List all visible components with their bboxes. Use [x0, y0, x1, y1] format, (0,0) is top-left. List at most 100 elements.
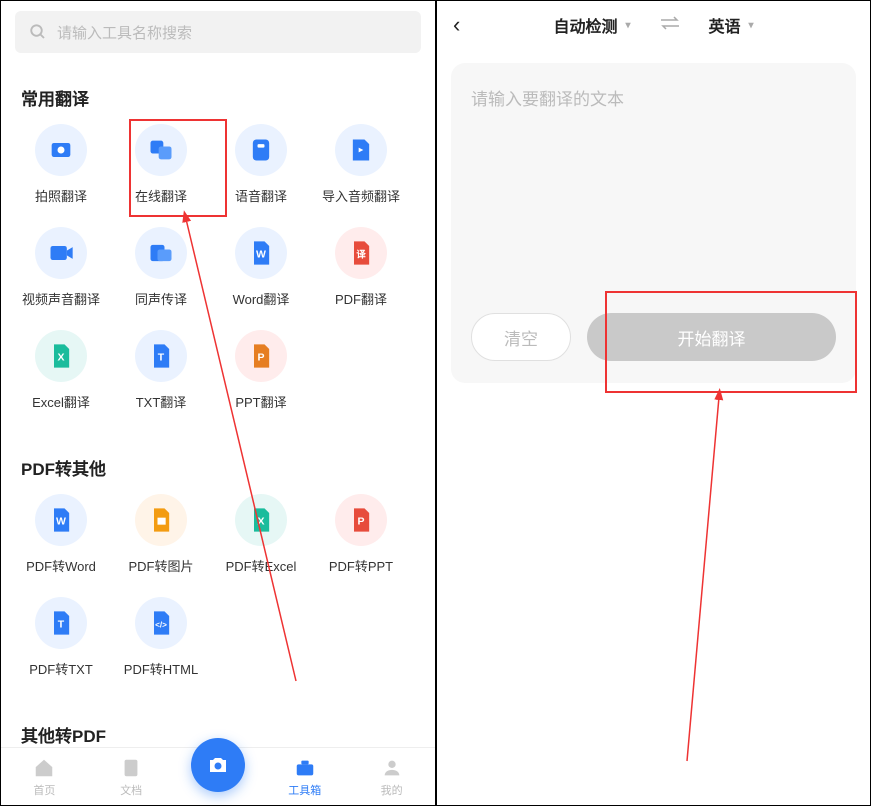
chevron-down-icon: ▾: [625, 20, 630, 31]
tool-label: PDF翻译: [335, 289, 387, 308]
tool-pdf2txt[interactable]: T PDF转TXT: [11, 597, 111, 678]
tool-simultaneous[interactable]: 同声传译: [111, 227, 211, 308]
tool-label: PDF转PPT: [329, 556, 393, 575]
pdf2html-icon: </>: [135, 597, 187, 649]
tool-pdf2word[interactable]: W PDF转Word: [11, 494, 111, 575]
tool-pdf2image[interactable]: PDF转图片: [111, 494, 211, 575]
tool-online-translate[interactable]: 在线翻译: [111, 124, 211, 205]
section-title-2: PDF转其他: [1, 433, 435, 494]
button-row: 清空 开始翻译: [471, 313, 836, 361]
tool-label: PPT翻译: [235, 392, 286, 411]
svg-text:W: W: [256, 249, 266, 261]
nav-label: 我的: [381, 782, 403, 798]
tool-label: PDF转HTML: [124, 659, 198, 678]
search-icon: [29, 23, 47, 41]
toolbox-screen: 请输入工具名称搜索 常用翻译 拍照翻译 在线翻译 语音翻译 导入音频翻译 视频声…: [0, 0, 436, 806]
tool-pdf2html[interactable]: </> PDF转HTML: [111, 597, 211, 678]
tool-word-translate[interactable]: W Word翻译: [211, 227, 311, 308]
translate-input-card: 请输入要翻译的文本 清空 开始翻译: [451, 63, 856, 383]
svg-text:W: W: [56, 516, 66, 528]
target-lang: 英语: [709, 13, 741, 37]
source-lang: 自动检测: [553, 13, 617, 37]
tool-pdf2ppt[interactable]: P PDF转PPT: [311, 494, 411, 575]
svg-text:T: T: [158, 352, 165, 364]
nav-label: 首页: [33, 782, 55, 798]
tools-grid-1: 拍照翻译 在线翻译 语音翻译 导入音频翻译 视频声音翻译 同声传译 W Word…: [1, 124, 435, 433]
tool-label: 视频声音翻译: [22, 289, 100, 308]
photo-translate-icon: [35, 124, 87, 176]
svg-text:T: T: [58, 619, 65, 631]
online-translate-icon: [135, 124, 187, 176]
tool-pdf-translate[interactable]: 译 PDF翻译: [311, 227, 411, 308]
voice-translate-icon: [235, 124, 287, 176]
translate-input[interactable]: 请输入要翻译的文本: [471, 85, 836, 293]
pdf2excel-icon: X: [235, 494, 287, 546]
chevron-down-icon: ▾: [749, 20, 754, 31]
pdf2word-icon: W: [35, 494, 87, 546]
tool-voice-translate[interactable]: 语音翻译: [211, 124, 311, 205]
tool-label: 拍照翻译: [35, 186, 87, 205]
import-audio-icon: [335, 124, 387, 176]
search-placeholder: 请输入工具名称搜索: [57, 22, 192, 43]
user-icon: [380, 756, 404, 780]
search-input[interactable]: 请输入工具名称搜索: [15, 11, 421, 53]
nav-doc[interactable]: 文档: [88, 748, 175, 805]
excel-icon: X: [35, 330, 87, 382]
tool-label: PDF转图片: [128, 556, 193, 575]
translate-screen: ‹ 自动检测 ▾ 英语 ▾ 请输入要翻译的文本 清空 开始翻译: [436, 0, 871, 806]
swap-icon: [659, 16, 681, 30]
txt-icon: T: [135, 330, 187, 382]
camera-fab-icon: [191, 738, 245, 792]
tool-label: PDF转TXT: [29, 659, 93, 678]
pdf2image-icon: [135, 494, 187, 546]
bottom-nav: 首页 文档 工具箱 我的: [1, 747, 435, 805]
svg-text:P: P: [257, 352, 264, 364]
nav-camera[interactable]: [175, 748, 262, 805]
nav-home[interactable]: 首页: [1, 748, 88, 805]
tool-label: 在线翻译: [135, 186, 187, 205]
tool-label: 同声传译: [135, 289, 187, 308]
swap-button[interactable]: [659, 16, 681, 35]
pdf2txt-icon: T: [35, 597, 87, 649]
tool-import-audio[interactable]: 导入音频翻译: [311, 124, 411, 205]
tool-label: Excel翻译: [32, 392, 90, 411]
translate-button[interactable]: 开始翻译: [587, 313, 836, 361]
tool-label: PDF转Excel: [226, 556, 297, 575]
tool-excel-translate[interactable]: X Excel翻译: [11, 330, 111, 411]
tool-txt-translate[interactable]: T TXT翻译: [111, 330, 211, 411]
tool-video-translate[interactable]: 视频声音翻译: [11, 227, 111, 308]
doc-icon: [119, 756, 143, 780]
svg-text:译: 译: [356, 249, 366, 260]
home-icon: [32, 756, 56, 780]
toolbox-icon: [293, 756, 317, 780]
tools-grid-2: W PDF转Word PDF转图片 X PDF转Excel P PDF转PPT …: [1, 494, 435, 700]
tool-label: Word翻译: [233, 289, 290, 308]
tool-photo-translate[interactable]: 拍照翻译: [11, 124, 111, 205]
top-bar: ‹ 自动检测 ▾ 英语 ▾: [437, 1, 870, 49]
nav-mine[interactable]: 我的: [348, 748, 435, 805]
clear-button[interactable]: 清空: [471, 313, 571, 361]
tool-label: PDF转Word: [26, 556, 96, 575]
word-icon: W: [235, 227, 287, 279]
svg-text:</>: </>: [155, 621, 167, 630]
tool-label: TXT翻译: [136, 392, 187, 411]
back-button[interactable]: ‹: [453, 12, 460, 38]
nav-label: 文档: [120, 782, 142, 798]
pdf2ppt-icon: P: [335, 494, 387, 546]
ppt-icon: P: [235, 330, 287, 382]
svg-text:P: P: [357, 516, 364, 528]
tool-label: 语音翻译: [235, 186, 287, 205]
target-language-selector[interactable]: 英语 ▾: [705, 13, 758, 37]
svg-text:X: X: [57, 352, 64, 364]
svg-text:X: X: [257, 516, 264, 528]
video-translate-icon: [35, 227, 87, 279]
section-title-1: 常用翻译: [1, 63, 435, 124]
nav-label: 工具箱: [288, 782, 321, 798]
simultaneous-icon: [135, 227, 187, 279]
source-language-selector[interactable]: 自动检测 ▾: [549, 13, 634, 37]
tool-pdf2excel[interactable]: X PDF转Excel: [211, 494, 311, 575]
tool-label: 导入音频翻译: [322, 186, 400, 205]
nav-toolbox[interactable]: 工具箱: [261, 748, 348, 805]
pdf-icon: 译: [335, 227, 387, 279]
tool-ppt-translate[interactable]: P PPT翻译: [211, 330, 311, 411]
